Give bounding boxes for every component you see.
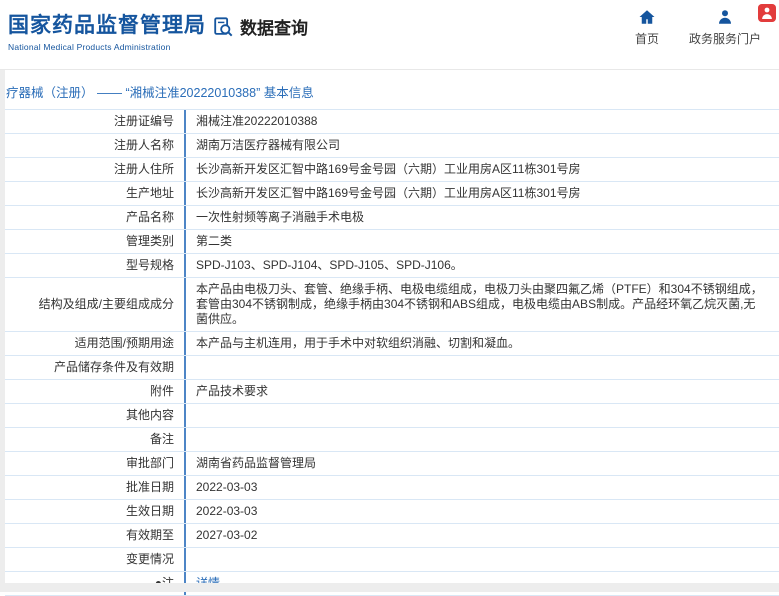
row-value: 本产品由电极刀头、套管、绝缘手柄、电极电缆组成，电极刀头由聚四氟乙烯（PTFE）…	[196, 282, 763, 326]
table-row: 结构及组成/主要组成成分 本产品由电极刀头、套管、绝缘手柄、电极电缆组成，电极刀头…	[5, 278, 779, 332]
row-label: 生效日期	[5, 500, 186, 523]
row-label: 型号规格	[5, 254, 186, 277]
row-value: SPD-J103、SPD-J104、SPD-J105、SPD-J106。	[196, 258, 463, 272]
row-value: 2022-03-03	[196, 504, 258, 518]
row-label: 生产地址	[5, 182, 186, 205]
content-area: 疗器械（注册） —— “湘械注准20222010388” 基本信息 注册证编号湘…	[5, 70, 779, 596]
home-icon	[638, 8, 656, 26]
row-value	[186, 356, 779, 379]
row-value	[186, 428, 779, 451]
row-label: 适用范围/预期用途	[5, 332, 186, 355]
footer-gutter	[0, 583, 779, 592]
table-row: 注册人名称 湖南万洁医疗器械有限公司	[5, 134, 779, 158]
table-row: 批准日期 2022-03-03	[5, 476, 779, 500]
row-value	[186, 548, 779, 571]
site-header: 国家药品监督管理局 National Medical Products Admi…	[0, 0, 779, 70]
row-value: 第二类	[196, 234, 233, 248]
data-query-icon	[212, 16, 234, 38]
nav-home[interactable]: 首页	[635, 8, 659, 47]
table-row: 生效日期 2022-03-03	[5, 500, 779, 524]
row-value: 湖南省药品监督管理局	[196, 456, 317, 470]
left-gutter	[0, 70, 5, 592]
nav-portal-label: 政务服务门户	[688, 32, 761, 46]
registration-info-table: 注册证编号 湘械注准20222010388 注册人名称 湖南万洁医疗器械有限公司 注册人…	[5, 109, 779, 596]
row-label: 注册人住所	[5, 158, 186, 181]
table-row: 型号规格 SPD-J103、SPD-J104、SPD-J105、SPD-J106。	[5, 254, 779, 278]
nmpa-logo: 国家药品监督管理局 National Medical Products Admi…	[8, 9, 206, 52]
row-value: 长沙高新开发区汇智中路169号金号园（六期）工业用房A区11栋301号房	[196, 186, 581, 200]
data-query-heading: 数据查询	[212, 14, 308, 39]
table-row: 产品储存条件及有效期	[5, 356, 779, 380]
row-value: 产品技术要求	[196, 384, 269, 398]
accessibility-icon[interactable]	[758, 4, 776, 22]
row-value	[186, 404, 779, 427]
row-label: 管理类别	[5, 230, 186, 253]
row-value: 本产品与主机连用，用于手术中对软组织消融、切割和凝血。	[196, 336, 521, 350]
breadcrumb: 疗器械（注册） —— “湘械注准20222010388” 基本信息	[6, 86, 314, 100]
row-label: 注册人名称	[5, 134, 186, 157]
table-row: 生产地址 长沙高新开发区汇智中路169号金号园（六期）工业用房A区11栋301号房	[5, 182, 779, 206]
header-nav: 首页 政务服务门户	[635, 8, 761, 47]
table-row: 注册证编号 湘械注准20222010388	[5, 110, 779, 134]
nav-portal[interactable]: 政务服务门户	[689, 8, 761, 47]
user-icon	[716, 8, 734, 26]
nav-home-label: 首页	[634, 32, 659, 46]
row-label: 变更情况	[5, 548, 186, 571]
row-value: 湘械注准20222010388	[196, 114, 318, 128]
table-row: 审批部门 湖南省药品监督管理局	[5, 452, 779, 476]
site-subtitle: National Medical Products Administration	[8, 42, 171, 52]
row-label: 备注	[5, 428, 186, 451]
row-label: 产品名称	[5, 206, 186, 229]
table-row: 管理类别 第二类	[5, 230, 779, 254]
row-value: 一次性射频等离子消融手术电极	[196, 210, 365, 224]
row-value: 2022-03-03	[196, 480, 258, 494]
row-value: 长沙高新开发区汇智中路169号金号园（六期）工业用房A区11栋301号房	[196, 162, 581, 176]
table-row: 产品名称 一次性射频等离子消融手术电极	[5, 206, 779, 230]
site-title: 国家药品监督管理局	[8, 14, 206, 37]
table-row: 附件 产品技术要求	[5, 380, 779, 404]
table-row: 适用范围/预期用途 本产品与主机连用，用于手术中对软组织消融、切割和凝血。	[5, 332, 779, 356]
table-row: 注册人住所 长沙高新开发区汇智中路169号金号园（六期）工业用房A区11栋301号…	[5, 158, 779, 182]
row-label: 附件	[5, 380, 186, 403]
table-row: 备注	[5, 428, 779, 452]
row-value: 湖南万洁医疗器械有限公司	[196, 138, 341, 152]
table-row: 变更情况	[5, 548, 779, 572]
row-label: 其他内容	[5, 404, 186, 427]
row-label: 注册证编号	[5, 110, 186, 133]
table-row: 有效期至 2027-03-02	[5, 524, 779, 548]
row-label: 产品储存条件及有效期	[5, 356, 186, 379]
row-label: 结构及组成/主要组成成分	[5, 278, 186, 331]
row-label: 批准日期	[5, 476, 186, 499]
row-label: 有效期至	[5, 524, 186, 547]
table-row: 其他内容	[5, 404, 779, 428]
row-label: 审批部门	[5, 452, 186, 475]
section-title: 数据查询	[240, 19, 308, 38]
row-value: 2027-03-02	[196, 528, 258, 542]
